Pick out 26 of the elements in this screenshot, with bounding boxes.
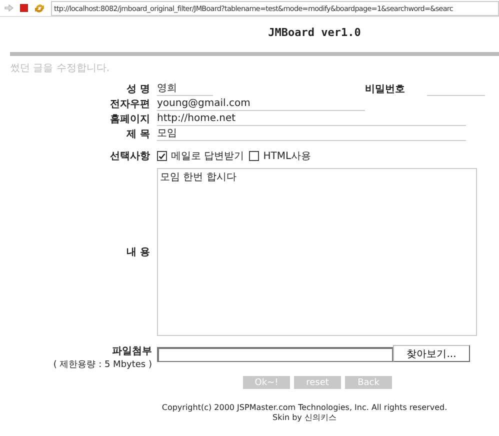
forward-arrow-icon[interactable]: [4, 4, 14, 12]
field-label: 파일첨부: [112, 345, 152, 358]
field-label: 제 목: [126, 128, 151, 141]
content-textarea[interactable]: 모임 한번 합시다: [157, 168, 477, 336]
homepage-field[interactable]: http://home.net: [157, 112, 466, 126]
field-label: 전자우편: [109, 98, 151, 111]
checkbox-label: 메일로 답변받기: [171, 150, 244, 163]
page-title: JMBoard ver1.0: [267, 26, 362, 39]
reload-icon[interactable]: [34, 2, 45, 14]
size-limit-text: ( 제한용량 : 5 Mbytes ): [53, 359, 152, 371]
field-label: 성 명: [126, 83, 151, 96]
notice-text: 썼던 글을 수정합니다.: [10, 62, 111, 75]
skin-credit: Skin by 신의키스: [272, 413, 338, 423]
copyright-text: Copyright(c) 2000 JSPMaster.com Technologies, Inc. All rights reserved.: [160, 403, 448, 413]
browse-button[interactable]: 찾아보기...: [393, 345, 470, 362]
file-path-field[interactable]: [157, 347, 393, 362]
subject-field[interactable]: 모임: [157, 127, 466, 141]
field-label: 선택사항: [109, 150, 151, 163]
checkbox[interactable]: [157, 151, 167, 161]
field-label: 내 용: [126, 246, 151, 259]
field-label: 홈페이지: [109, 113, 151, 126]
name-field[interactable]: 영희: [157, 82, 213, 96]
checkbox-label: HTML사용: [263, 150, 312, 163]
checkbox[interactable]: [249, 151, 260, 161]
email-field[interactable]: young@gmail.com: [157, 97, 365, 111]
field-label: 비밀번호: [365, 83, 406, 96]
